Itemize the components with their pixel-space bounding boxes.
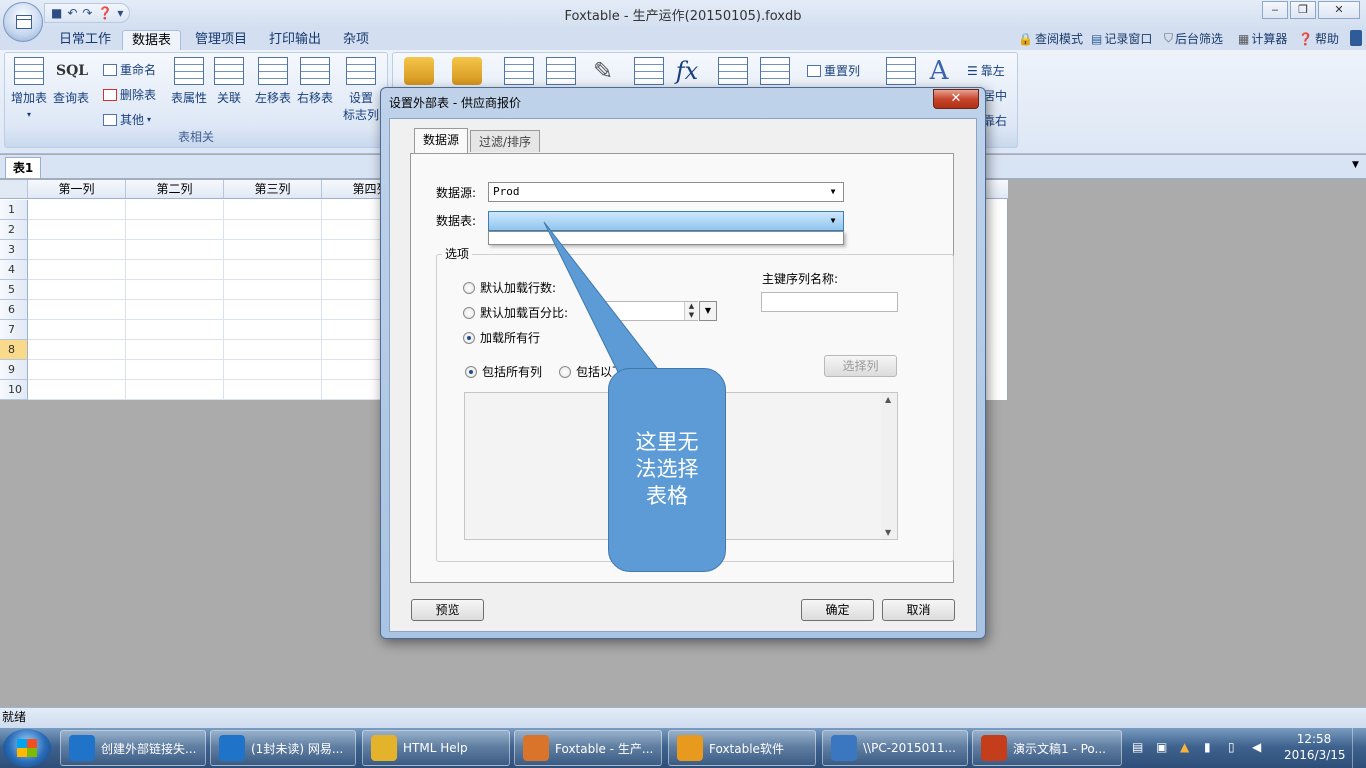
callout-text: 这里无法选择表格 (635, 430, 699, 508)
callout-bubble: 这里无法选择表格 (608, 368, 726, 572)
